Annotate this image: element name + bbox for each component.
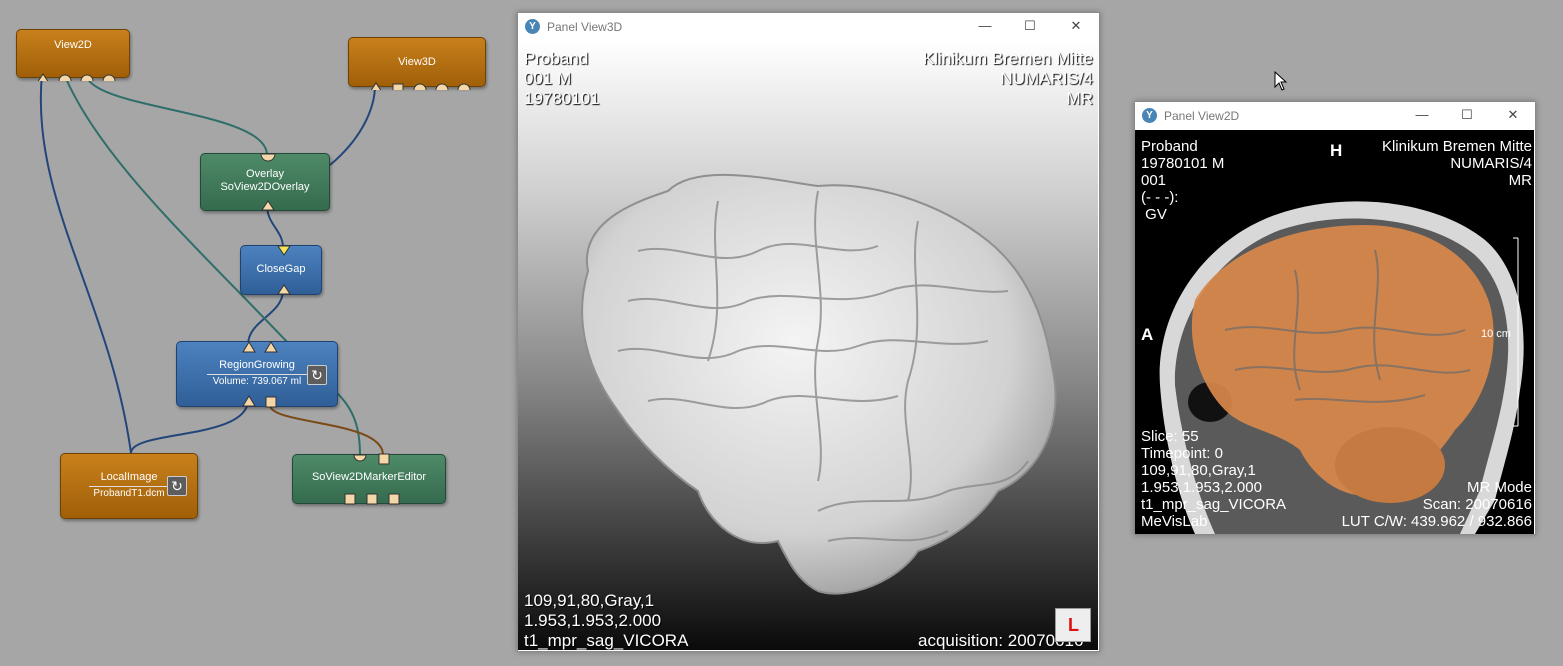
module-localimage[interactable]: LocalImage ProbandT1.dcm ↻ xyxy=(60,453,198,519)
mouse-cursor-icon xyxy=(1274,71,1288,91)
view3d-viewport[interactable]: Proband 001 M 19780101 Klinikum Bremen M… xyxy=(518,41,1098,650)
view2d-connectors[interactable] xyxy=(17,61,131,81)
connection-marker-link xyxy=(269,404,384,456)
module-overlay-label: Overlay xyxy=(246,168,284,180)
network-connections xyxy=(39,73,384,456)
regiongrowing-output-connectors[interactable] xyxy=(177,393,339,409)
minimize-button[interactable]: — xyxy=(1410,106,1434,124)
timepoint: Timepoint: 0 xyxy=(1141,445,1223,462)
orientation-left-label: A xyxy=(1141,325,1154,344)
module-closegap[interactable]: CloseGap xyxy=(240,245,322,295)
slice-number: Slice: 55 xyxy=(1141,428,1199,445)
module-closegap-label: CloseGap xyxy=(256,263,306,275)
voxel-size: 1.953,1.953,2.000 xyxy=(1141,479,1262,496)
overlay-output-connector[interactable] xyxy=(201,198,331,212)
series-name: t1_mpr_sag_VICORA xyxy=(1141,496,1287,513)
patient-birthdate-sex: 19780101 M xyxy=(1141,155,1225,172)
markereditor-input-connectors[interactable] xyxy=(293,453,447,467)
regiongrowing-refresh-icon[interactable]: ↻ xyxy=(307,365,327,385)
brain-3d-render xyxy=(581,173,1057,595)
maximize-button[interactable]: ☐ xyxy=(1018,17,1042,35)
image-info: 109,91,80,Gray,1 xyxy=(1141,462,1256,479)
image-info: 109,91,80,Gray,1 xyxy=(524,591,655,610)
scan-date: Scan: 20070616 xyxy=(1422,496,1532,513)
connection-regiongrowing-markereditor xyxy=(335,391,361,456)
module-view3d-label: View3D xyxy=(398,56,436,68)
view2d-bottom-right-info: MR Mode Scan: 20070616 LUT C/W: 439.962 … xyxy=(1342,479,1532,530)
patient-birthdate: 19780101 xyxy=(524,89,600,108)
connection-view2d-overlay xyxy=(85,73,268,156)
view3d-top-right-info: Klinikum Bremen Mitte NUMARIS/4 MR xyxy=(923,49,1093,109)
panel-view3d-title: Panel View3D xyxy=(547,20,623,34)
gray-value: GV xyxy=(1141,206,1167,223)
module-overlay[interactable]: Overlay SoView2DOverlay xyxy=(200,153,330,211)
module-view2d-label: View2D xyxy=(54,39,92,51)
modality: MR xyxy=(1066,89,1093,108)
close-button[interactable]: ✕ xyxy=(1064,17,1088,35)
minimize-button[interactable]: — xyxy=(973,17,997,35)
connection-overlay-view3d xyxy=(329,84,376,166)
connection-localimage-view2d xyxy=(39,73,132,454)
view2d-top-left-info: Proband 19780101 M 001 (- - -): GV xyxy=(1141,138,1224,223)
close-button[interactable]: ✕ xyxy=(1501,106,1525,124)
voxel-size: 1.953,1.953,2.000 xyxy=(524,611,662,630)
module-view3d[interactable]: View3D xyxy=(348,37,487,90)
view3d-top-left-info: Proband 001 M 19780101 xyxy=(524,49,600,109)
scale-bar-label: 10 cm xyxy=(1481,328,1511,340)
maximize-button[interactable]: ☐ xyxy=(1455,106,1479,124)
closegap-input-connector[interactable] xyxy=(241,245,323,259)
app-logo-icon: Y xyxy=(525,19,540,34)
series-name: t1_mpr_sag_VICORA xyxy=(524,631,689,650)
panel-view3d-window[interactable]: Y Panel View3D — ☐ ✕ Proband 001 M 19780… xyxy=(517,12,1100,652)
panel-view2d-title: Panel View2D xyxy=(1164,109,1240,123)
patient-id: 001 xyxy=(1141,172,1167,189)
view2d-bottom-left-info: Slice: 55 Timepoint: 0 109,91,80,Gray,1 … xyxy=(1141,428,1286,530)
institution: Klinikum Bremen Mitte xyxy=(1381,138,1532,155)
scanner-model: NUMARIS/4 xyxy=(1000,69,1093,88)
mr-mode: MR Mode xyxy=(1466,479,1532,496)
view3d-bottom-left-info: 109,91,80,Gray,1 1.953,1.953,2.000 t1_mp… xyxy=(524,591,688,650)
module-markereditor-label: SoView2DMarkerEditor xyxy=(311,471,427,483)
patient-id-sex: 001 M xyxy=(524,69,572,88)
orientation-cube-icon: L xyxy=(1055,608,1091,642)
modality: MR xyxy=(1508,172,1532,189)
markereditor-output-connectors[interactable] xyxy=(293,492,447,506)
scanner-model: NUMARIS/4 xyxy=(1450,155,1532,172)
localimage-refresh-icon[interactable]: ↻ xyxy=(167,476,187,496)
cursor-position: (- - -): xyxy=(1141,189,1179,206)
closegap-output-connector[interactable] xyxy=(241,282,323,296)
patient-name: Proband xyxy=(524,49,589,68)
view2d-viewport[interactable]: Proband 19780101 M 001 (- - -): GV Klini… xyxy=(1135,130,1534,534)
module-view2d[interactable]: View2D xyxy=(16,29,131,81)
regiongrowing-input-connectors[interactable] xyxy=(177,341,339,357)
orientation-top-label: H xyxy=(1330,141,1343,160)
lut-center-width: LUT C/W: 439.962 / 932.866 xyxy=(1341,513,1532,530)
panel-view2d-titlebar[interactable]: Y Panel View2D — ☐ ✕ xyxy=(1135,102,1535,130)
view3d-connectors[interactable] xyxy=(349,70,487,90)
module-overlay-sublabel: SoView2DOverlay xyxy=(220,181,310,193)
panel-view2d-window[interactable]: Y Panel View2D — ☐ ✕ Proband 19780101 M … xyxy=(1134,101,1536,535)
software-name: MeVisLab xyxy=(1141,513,1208,530)
view2d-top-right-info: Klinikum Bremen Mitte NUMARIS/4 MR xyxy=(1382,138,1532,189)
connection-regiongrowing-closegap xyxy=(247,289,284,346)
institution: Klinikum Bremen Mitte xyxy=(922,49,1093,68)
panel-view3d-titlebar[interactable]: Y Panel View3D — ☐ ✕ xyxy=(518,13,1099,41)
app-logo-icon: Y xyxy=(1142,108,1157,123)
overlay-input-connector[interactable] xyxy=(201,152,331,166)
module-network[interactable]: View2D View3D Overlay SoView2DOverlay Cl… xyxy=(0,0,510,666)
module-markereditor[interactable]: SoView2DMarkerEditor xyxy=(292,453,447,506)
module-regiongrowing[interactable]: RegionGrowing Volume: 739.067 ml ↻ xyxy=(176,341,339,409)
patient-name: Proband xyxy=(1141,138,1198,155)
orientation-letter: L xyxy=(1068,615,1079,635)
